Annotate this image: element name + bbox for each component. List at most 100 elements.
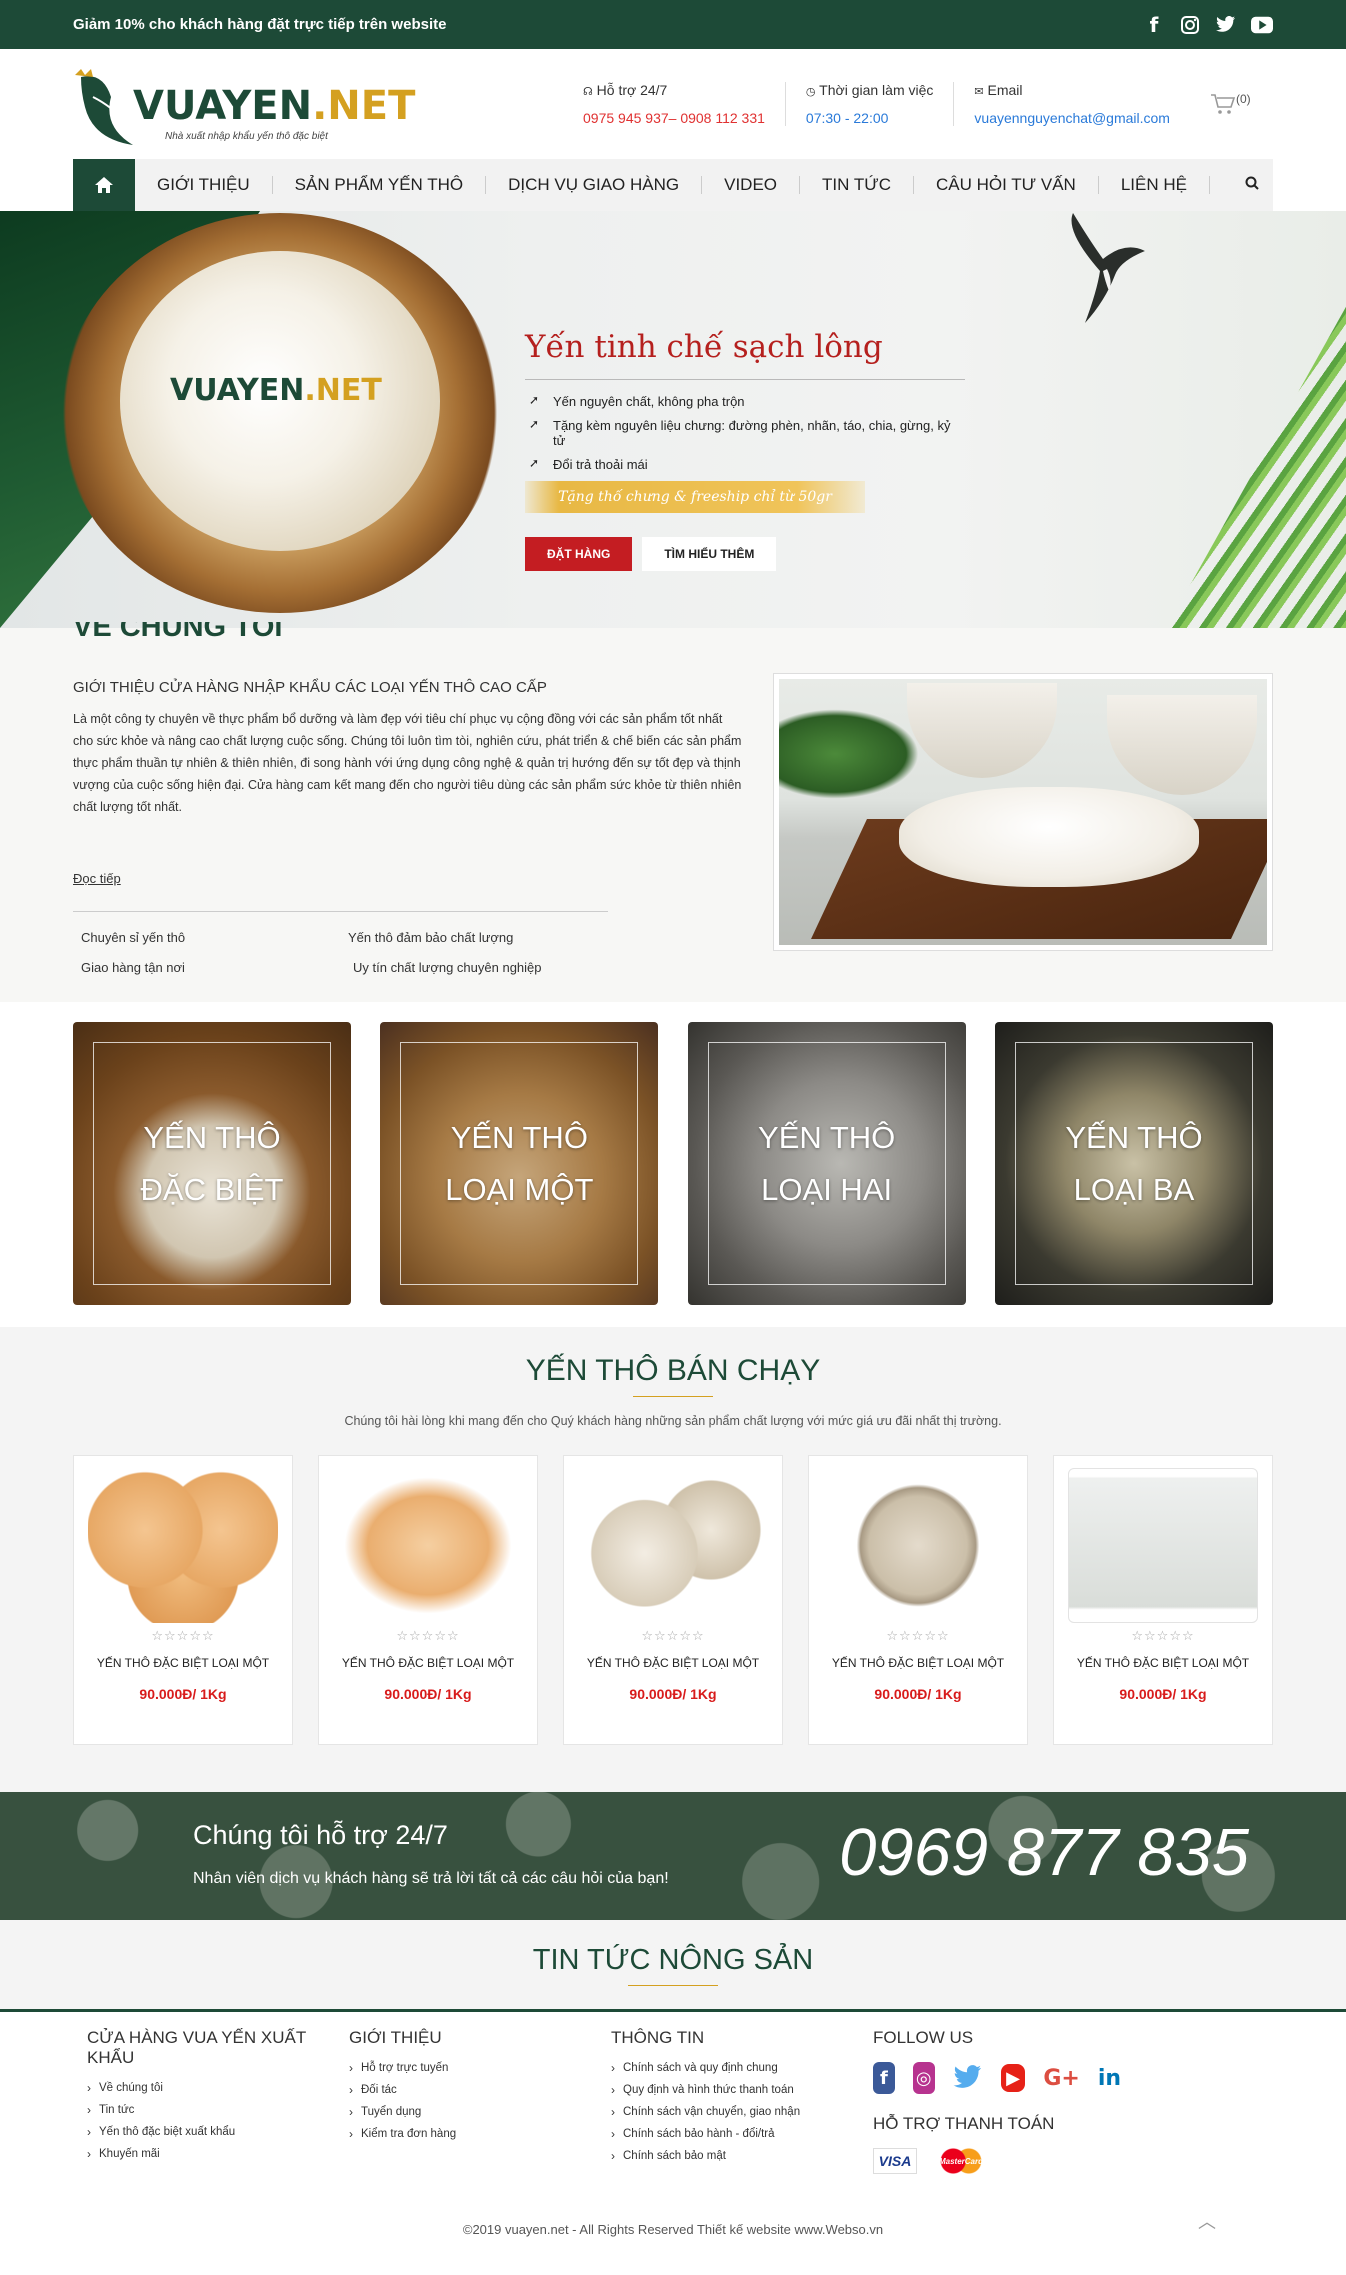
instagram-icon[interactable] xyxy=(1179,14,1201,36)
main-nav: GIỚI THIỆU SẢN PHẨM YẾN THÔ DỊCH VỤ GIAO… xyxy=(0,159,1346,211)
social-links-top: f xyxy=(1143,13,1273,37)
divider xyxy=(633,1396,713,1397)
cart-icon xyxy=(1210,94,1236,114)
product-card[interactable]: ☆☆☆☆☆ YẾN THÔ ĐẶC BIỆT LOẠI MỘT 90.000Đ/… xyxy=(563,1455,783,1745)
cart-button[interactable]: (0) xyxy=(1210,92,1251,116)
footer-link[interactable]: Yến thô đặc biệt xuất khẩu xyxy=(87,2125,335,2139)
support-subtitle: Nhân viên dịch vụ khách hàng sẽ trả lời … xyxy=(193,1870,669,1887)
order-button[interactable]: ĐẶT HÀNG xyxy=(525,537,633,571)
footer-heading: HỖ TRỢ THANH TOÁN xyxy=(873,2114,1055,2133)
product-card[interactable]: ☆☆☆☆☆ YẾN THÔ ĐẶC BIỆT LOẠI MỘT 90.000Đ/… xyxy=(808,1455,1028,1745)
youtube-icon[interactable]: ▶ xyxy=(1000,2064,1026,2092)
nav-item-video[interactable]: VIDEO xyxy=(702,176,801,194)
hero-banner: VUAYEN.NET Yến tinh chế sạch lông Yến ng… xyxy=(0,211,1346,628)
contact-label: Hỗ trợ 24/7 xyxy=(596,82,668,98)
facebook-icon[interactable]: f xyxy=(873,2062,895,2094)
about-body: Là một công ty chuyên về thực phẩm bổ dư… xyxy=(73,712,742,814)
rating-stars: ☆☆☆☆☆ xyxy=(641,1629,705,1644)
category-line: ĐẶC BIỆT xyxy=(140,1171,284,1207)
product-image[interactable] xyxy=(823,1468,1013,1623)
category-line: LOẠI MỘT xyxy=(445,1171,594,1207)
nav-item-intro[interactable]: GIỚI THIỆU xyxy=(135,176,273,194)
footer-link[interactable]: Kiểm tra đơn hàng xyxy=(349,2127,597,2141)
footer-link[interactable]: Tin tức xyxy=(87,2103,335,2117)
about-photo xyxy=(773,673,1273,951)
product-image[interactable] xyxy=(578,1468,768,1623)
site-logo[interactable]: VUAYEN.NET Nhà xuất nhập khẩu yến thô đặ… xyxy=(73,59,415,149)
facebook-icon[interactable]: f xyxy=(1143,13,1165,37)
nav-item-contact[interactable]: LIÊN HỆ xyxy=(1099,176,1210,194)
youtube-icon[interactable] xyxy=(1251,14,1273,36)
footer-link[interactable]: Chính sách bảo hành - đổi/trả xyxy=(611,2127,859,2141)
product-image[interactable] xyxy=(1068,1468,1258,1623)
category-card-grade-three[interactable]: YẾN THÔ LOẠI BA xyxy=(994,1022,1273,1305)
product-name[interactable]: YẾN THÔ ĐẶC BIỆT LOẠI MỘT xyxy=(74,1656,292,1670)
nav-item-faq[interactable]: CÂU HỎI TƯ VẤN xyxy=(914,176,1099,194)
email-link[interactable]: vuayennguyenchat@gmail.com xyxy=(974,110,1170,126)
footer-col-follow: FOLLOW US f ◎ ▶ G+ in HỖ TRỢ THANH TOÁN … xyxy=(859,2028,1122,2174)
contact-label: Email xyxy=(987,82,1023,98)
contact-email: ✉ Email vuayennguyenchat@gmail.com xyxy=(953,82,1190,126)
best-selling-section: YẾN THÔ BÁN CHẠY Chúng tôi hài lòng khi … xyxy=(0,1327,1346,1792)
category-line: YẾN THÔ xyxy=(143,1119,281,1155)
header: VUAYEN.NET Nhà xuất nhập khẩu yến thô đặ… xyxy=(0,49,1346,159)
product-name[interactable]: YẾN THÔ ĐẶC BIỆT LOẠI MỘT xyxy=(319,1656,537,1670)
footer-link[interactable]: Chính sách bảo mật xyxy=(611,2149,859,2163)
footer-link[interactable]: Tuyển dụng xyxy=(349,2105,597,2119)
product-price: 90.000Đ/ 1Kg xyxy=(629,1686,717,1702)
hero-title: Yến tinh chế sạch lông xyxy=(525,329,965,380)
footer-link[interactable]: Chính sách vận chuyển, giao nhận xyxy=(611,2105,859,2119)
working-hours: 07:30 - 22:00 xyxy=(805,110,889,126)
product-card[interactable]: ☆☆☆☆☆ YẾN THÔ ĐẶC BIỆT LOẠI MỘT 90.000Đ/… xyxy=(1053,1455,1273,1745)
search-icon xyxy=(1245,176,1259,190)
support-title: Chúng tôi hỗ trợ 24/7 xyxy=(193,1820,448,1850)
support-hotline[interactable]: 0969 877 835 xyxy=(839,1814,1249,1891)
category-line: YẾN THÔ xyxy=(1065,1119,1203,1155)
contact-hours: ◷ Thời gian làm việc 07:30 - 22:00 xyxy=(784,82,953,126)
category-card-grade-one[interactable]: YẾN THÔ LOẠI MỘT xyxy=(380,1022,659,1305)
feature-item: Chuyên sỉ yến thô xyxy=(81,930,186,945)
linkedin-icon[interactable]: in xyxy=(1097,2062,1122,2094)
category-card-grade-two[interactable]: YẾN THÔ LOẠI HAI xyxy=(687,1022,966,1305)
feature-item: Uy tín chất lượng chuyên nghiệp xyxy=(353,960,542,975)
product-name[interactable]: YẾN THÔ ĐẶC BIỆT LOẠI MỘT xyxy=(809,1656,1027,1670)
footer-link[interactable]: Về chúng tôi xyxy=(87,2081,335,2095)
footer-link[interactable]: Quy định và hình thức thanh toán xyxy=(611,2083,859,2097)
nav-item-products[interactable]: SẢN PHẨM YẾN THÔ xyxy=(273,176,487,194)
product-price: 90.000Đ/ 1Kg xyxy=(1119,1686,1207,1702)
nav-item-delivery[interactable]: DỊCH VỤ GIAO HÀNG xyxy=(486,176,703,194)
copyright: ©2019 vuayen.net - All Rights Reserved T… xyxy=(462,2222,884,2237)
product-image[interactable] xyxy=(333,1468,523,1623)
cart-count: (0) xyxy=(1235,92,1251,106)
footer-col-info: THÔNG TIN Chính sách và quy định chung Q… xyxy=(597,2028,859,2174)
footer-link[interactable]: Hỗ trợ trực tuyến xyxy=(349,2061,597,2075)
hero-bullet: Yến nguyên chất, không pha trộn xyxy=(525,393,965,409)
support-phone[interactable]: 0975 945 937– 0908 112 331 xyxy=(583,110,765,126)
twitter-icon[interactable] xyxy=(1215,14,1237,36)
footer-link[interactable]: Chính sách và quy định chung xyxy=(611,2061,859,2075)
read-more-link[interactable]: Đọc tiếp xyxy=(73,871,121,886)
category-card-special[interactable]: YẾN THÔ ĐẶC BIỆT xyxy=(73,1022,351,1305)
support-banner: Chúng tôi hỗ trợ 24/7 Nhân viên dịch vụ … xyxy=(0,1792,1346,1920)
search-button[interactable] xyxy=(1245,176,1259,195)
product-card[interactable]: ☆☆☆☆☆ YẾN THÔ ĐẶC BIỆT LOẠI MỘT 90.000Đ/… xyxy=(73,1455,293,1745)
twitter-icon[interactable] xyxy=(952,2062,983,2094)
nav-item-news[interactable]: TIN TỨC xyxy=(800,176,914,194)
product-image[interactable] xyxy=(88,1468,278,1623)
product-name[interactable]: YẾN THÔ ĐẶC BIỆT LOẠI MỘT xyxy=(1054,1656,1272,1670)
google-plus-icon[interactable]: G+ xyxy=(1043,2062,1080,2094)
product-card[interactable]: ☆☆☆☆☆ YẾN THÔ ĐẶC BIỆT LOẠI MỘT 90.000Đ/… xyxy=(318,1455,538,1745)
footer-link[interactable]: Khuyến mãi xyxy=(87,2147,335,2161)
nav-home-button[interactable] xyxy=(73,159,135,211)
about-title: VỀ CHÚNG TÔI xyxy=(73,622,283,642)
instagram-icon[interactable]: ◎ xyxy=(912,2062,935,2094)
category-section: YẾN THÔ ĐẶC BIỆT YẾN THÔ LOẠI MỘT YẾN THÔ L… xyxy=(0,1002,1346,1327)
payment-methods: VISA MasterCard xyxy=(873,2148,1121,2174)
back-to-top-icon[interactable]: ︿ xyxy=(1198,2208,1216,2234)
product-list: ☆☆☆☆☆ YẾN THÔ ĐẶC BIỆT LOẠI MỘT 90.000Đ/… xyxy=(73,1455,1273,1745)
section-description: Chúng tôi hài lòng khi mang đến cho Quý … xyxy=(344,1414,1002,1428)
footer-link[interactable]: Đối tác xyxy=(349,2083,597,2097)
learn-more-button[interactable]: TÌM HIỂU THÊM xyxy=(642,537,777,571)
product-name[interactable]: YẾN THÔ ĐẶC BIỆT LOẠI MỘT xyxy=(564,1656,782,1670)
product-price: 90.000Đ/ 1Kg xyxy=(139,1686,227,1702)
